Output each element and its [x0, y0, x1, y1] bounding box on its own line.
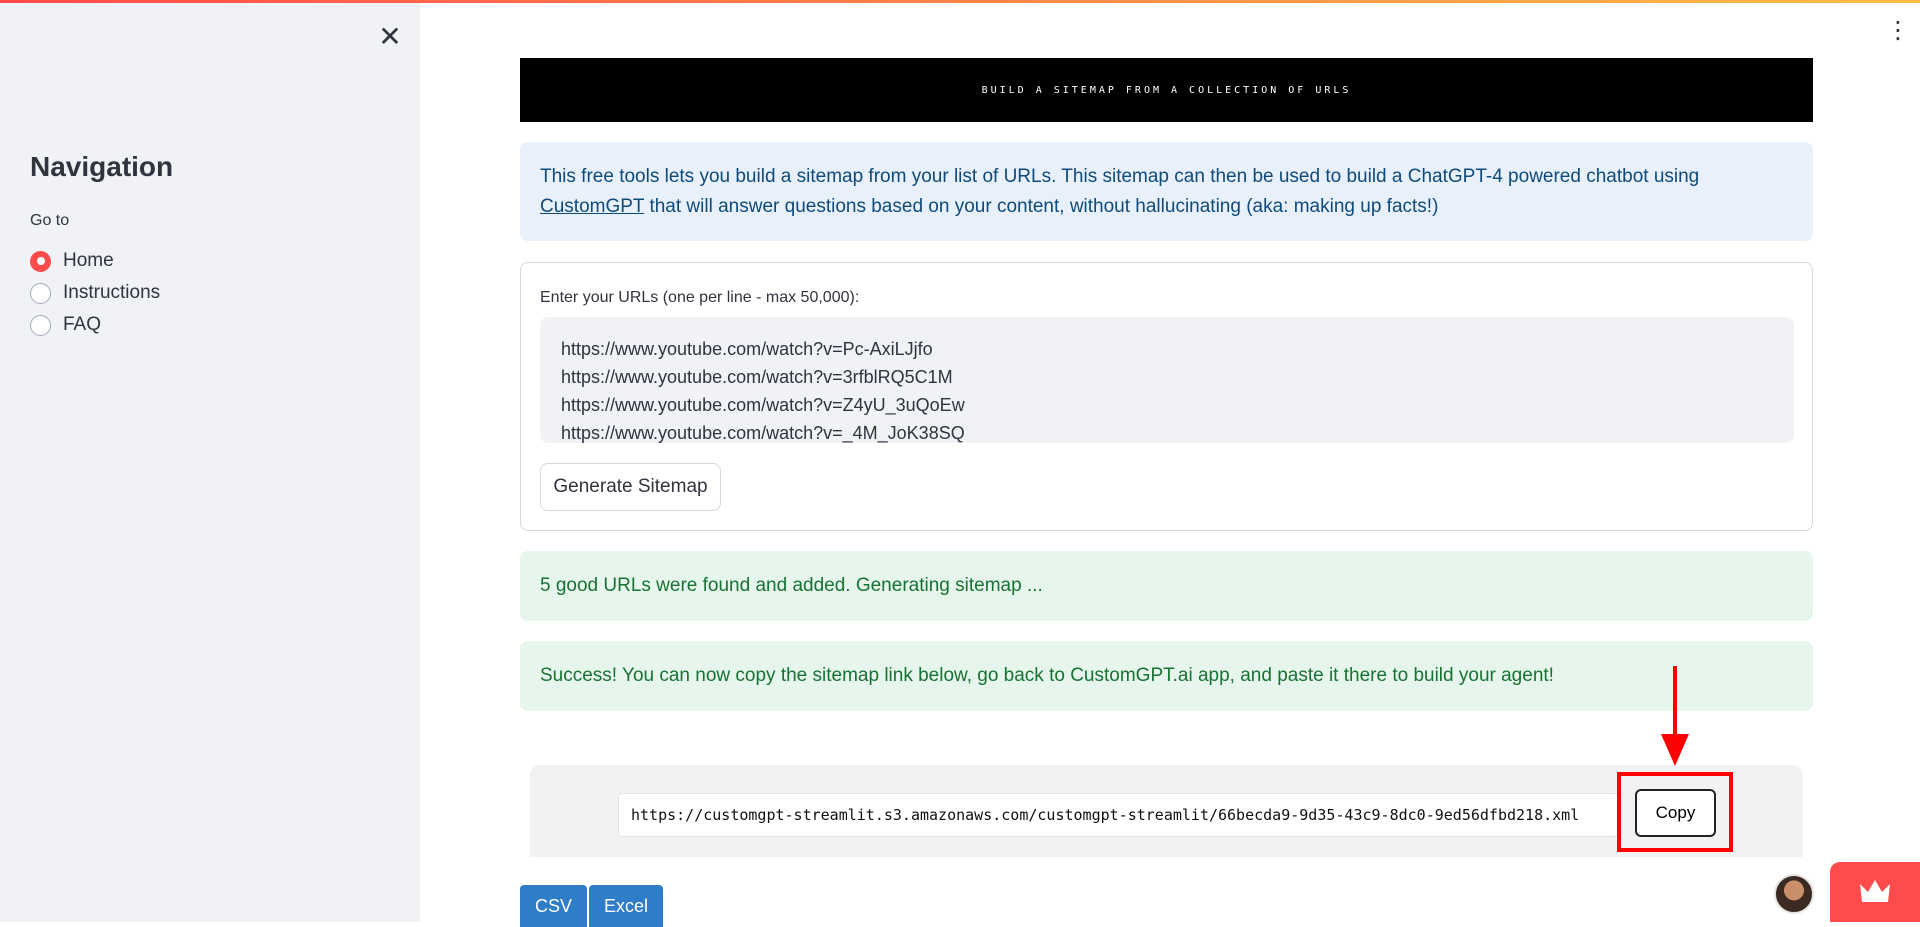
success-text: Success! You can now copy the sitemap li…: [540, 665, 1554, 686]
urls-found-alert: 5 good URLs were found and added. Genera…: [520, 551, 1813, 621]
radio-option-instructions[interactable]: Instructions: [30, 277, 160, 309]
sitemap-link-panel: https://customgpt-streamlit.s3.amazonaws…: [530, 765, 1803, 857]
sidebar: ✕ Navigation Go to Home Instructions FAQ: [0, 3, 420, 922]
urls-found-text: 5 good URLs were found and added. Genera…: [540, 575, 1043, 596]
sitemap-url-field[interactable]: https://customgpt-streamlit.s3.amazonaws…: [618, 793, 1618, 837]
vertical-dots-icon[interactable]: ⋮: [1886, 18, 1910, 44]
radio-label-home: Home: [63, 250, 114, 271]
url-form: Enter your URLs (one per line - max 50,0…: [520, 262, 1813, 531]
radio-unselected-icon: [30, 314, 51, 336]
user-avatar[interactable]: [1774, 874, 1814, 914]
navigation-radio-group: Home Instructions FAQ: [30, 245, 160, 341]
radio-unselected-icon: [30, 282, 51, 304]
radio-option-faq[interactable]: FAQ: [30, 309, 160, 341]
close-icon[interactable]: ✕: [376, 23, 404, 51]
csv-export-button[interactable]: CSV: [520, 885, 587, 927]
goto-label: Go to: [30, 212, 70, 229]
info-text-end: that will answer questions based on your…: [644, 196, 1439, 217]
header-banner: BUILD A SITEMAP FROM A COLLECTION OF URL…: [520, 58, 1813, 122]
excel-export-button[interactable]: Excel: [589, 885, 663, 927]
info-text-start: This free tools lets you build a sitemap…: [540, 166, 1700, 187]
sidebar-title: Navigation: [30, 151, 174, 182]
copy-button[interactable]: Copy: [1635, 789, 1716, 837]
radio-option-home[interactable]: Home: [30, 245, 160, 277]
urls-textarea[interactable]: https://www.youtube.com/watch?v=Pc-AxiLJ…: [540, 317, 1794, 443]
radio-selected-icon: [30, 250, 51, 272]
annotation-arrow-head: [1661, 734, 1689, 766]
customgpt-link[interactable]: CustomGPT: [540, 196, 644, 217]
radio-label-faq: FAQ: [63, 314, 102, 335]
annotation-arrow-shaft: [1673, 666, 1677, 736]
success-alert: Success! You can now copy the sitemap li…: [520, 641, 1813, 711]
generate-sitemap-button[interactable]: Generate Sitemap: [540, 463, 721, 511]
crown-icon: [1860, 880, 1890, 902]
radio-label-instructions: Instructions: [63, 282, 161, 303]
urls-label: Enter your URLs (one per line - max 50,0…: [540, 289, 860, 306]
info-alert: This free tools lets you build a sitemap…: [520, 142, 1813, 241]
banner-text: BUILD A SITEMAP FROM A COLLECTION OF URL…: [981, 84, 1352, 96]
crown-badge[interactable]: [1830, 862, 1920, 922]
